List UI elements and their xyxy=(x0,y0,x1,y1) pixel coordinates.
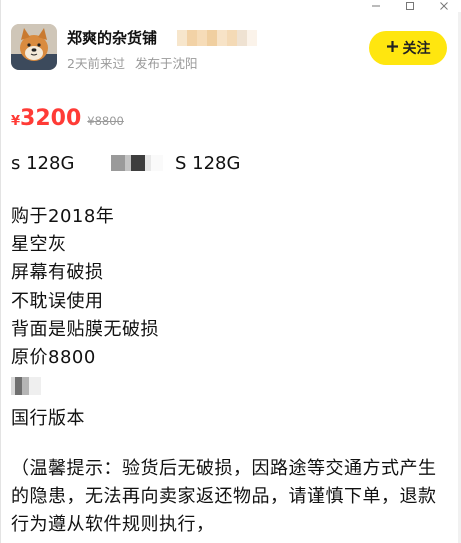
desc-line: 不耽误使用 xyxy=(11,290,104,312)
description: 购于2018年 星空灰 屏幕有破损 不耽误使用 背面是贴膜无破损 原价8800 … xyxy=(11,203,159,434)
desc-line: 购于2018年 xyxy=(11,206,115,227)
minimize-icon[interactable] xyxy=(359,0,393,12)
model-text-a: s 128G xyxy=(11,153,75,174)
shiba-dog-avatar-icon xyxy=(11,24,57,70)
maximize-icon[interactable] xyxy=(393,0,427,12)
original-price: ¥8800 xyxy=(87,114,124,128)
desc-line: 国行版本 xyxy=(11,408,85,430)
model-line: s 128G S 128G xyxy=(11,152,451,176)
seller-header: 郑爽的杂货铺 2天前来过 发布于沈阳 关注 xyxy=(11,22,451,74)
last-visit-text: 2天前来过 xyxy=(67,56,125,71)
follow-label: 关注 xyxy=(402,41,431,57)
desc-line-redacted xyxy=(11,377,159,405)
window-controls xyxy=(359,0,461,12)
close-icon[interactable] xyxy=(427,0,461,12)
tip-text: （温馨提示：验货后无破损，因路途等交通方式产生的隐患，无法再向卖家返还物品，请谨… xyxy=(11,458,437,535)
price-row: ¥ 3200 ¥8800 xyxy=(11,106,124,136)
desc-line: 原价8800 xyxy=(11,346,96,368)
currency-symbol: ¥ xyxy=(11,114,21,129)
model-text-b: S 128G xyxy=(175,153,241,174)
follow-button[interactable]: 关注 xyxy=(369,31,447,65)
desc-line: 星空灰 xyxy=(11,234,67,256)
redacted-model-mosaic xyxy=(111,155,163,171)
desc-line: 背面是贴膜无破损 xyxy=(11,318,159,340)
current-price: 3200 xyxy=(20,106,82,131)
desc-line: 屏幕有破损 xyxy=(11,262,104,284)
redacted-name-mosaic xyxy=(177,30,257,46)
seller-meta: 2天前来过 发布于沈阳 xyxy=(67,53,197,72)
location-text: 发布于沈阳 xyxy=(134,56,198,71)
shop-name[interactable]: 郑爽的杂货铺 xyxy=(67,27,157,48)
redacted-desc-mosaic xyxy=(11,377,41,396)
plus-icon xyxy=(386,40,399,57)
seller-avatar[interactable] xyxy=(11,24,57,70)
listing-window: 郑爽的杂货铺 2天前来过 发布于沈阳 关注 ¥ 3200 ¥8800 s 128 xyxy=(0,0,461,543)
